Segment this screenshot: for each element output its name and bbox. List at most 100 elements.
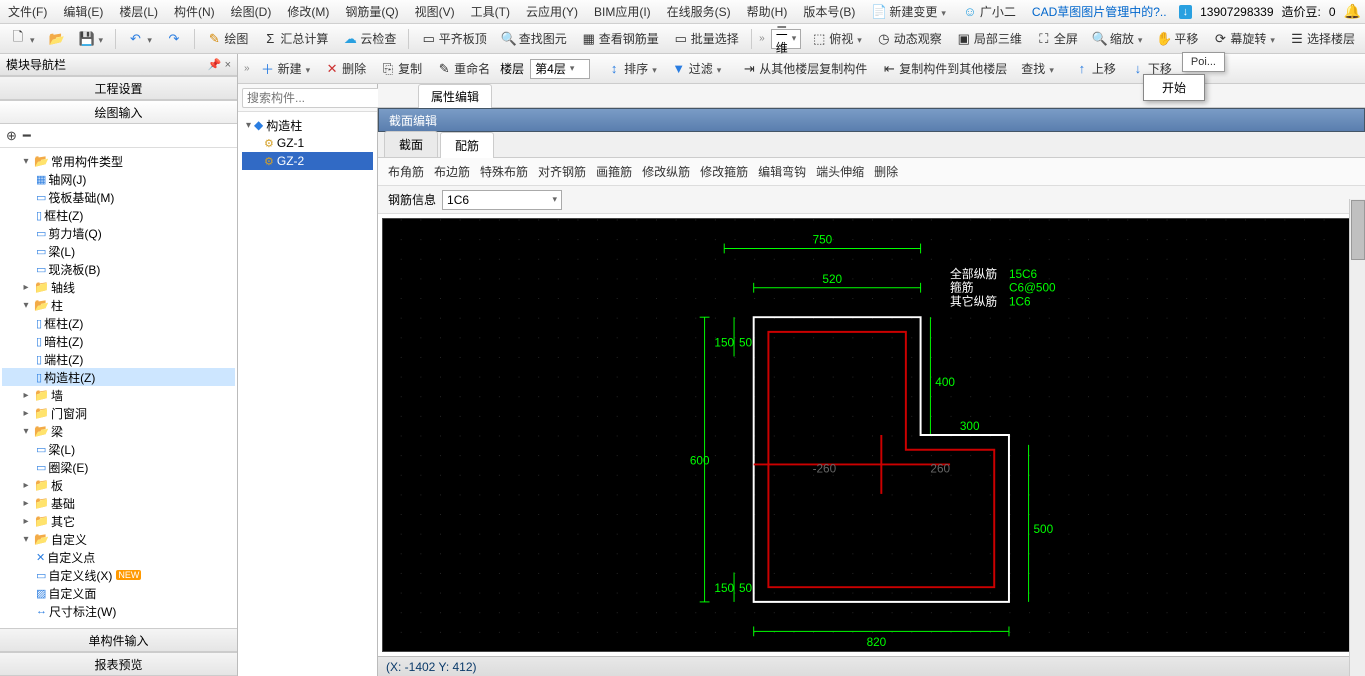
sort-button[interactable]: ↕排序 — [602, 58, 661, 79]
rebar-info-combo[interactable]: 1C6▾ — [442, 190, 562, 210]
findelem-button[interactable]: 🔍查找图元 — [497, 28, 571, 49]
menu-view[interactable]: 视图(V) — [411, 1, 459, 22]
pan-button[interactable]: ✋平移 — [1152, 28, 1202, 49]
filter-button[interactable]: ▼过滤 — [667, 58, 726, 79]
bell-icon[interactable]: 🔔 — [1344, 3, 1361, 20]
tree-wall[interactable]: ▸📁墙 — [2, 386, 235, 404]
menu-rebar[interactable]: 钢筋量(Q) — [341, 1, 402, 22]
tab-rebar[interactable]: 配筋 — [440, 132, 494, 158]
tree-beamcat[interactable]: ▾📂梁 — [2, 422, 235, 440]
tree-framecol[interactable]: ▯框柱(Z) — [2, 206, 235, 224]
collapse-all-icon[interactable]: ━ — [23, 128, 31, 144]
sumcalc-button[interactable]: Σ汇总计算 — [258, 28, 332, 49]
acc-single-input[interactable]: 单构件输入 — [0, 628, 237, 652]
tree-custom[interactable]: ▾📂自定义 — [2, 530, 235, 548]
save-button[interactable]: 💾 — [75, 29, 108, 49]
new-comp-button[interactable]: ＋新建 — [256, 58, 315, 79]
menu-modify[interactable]: 修改(M) — [283, 1, 333, 22]
comp-root[interactable]: ▾◆构造柱 — [242, 116, 373, 134]
rtb-ext[interactable]: 端头伸缩 — [816, 163, 864, 180]
tree-foundation[interactable]: ▸📁基础 — [2, 494, 235, 512]
menu-cloud[interactable]: 云应用(Y) — [522, 1, 582, 22]
redo-button[interactable]: ↷ — [162, 29, 186, 49]
view-mode-combo[interactable]: 二维 — [771, 29, 802, 49]
delete-comp-button[interactable]: ✕删除 — [320, 58, 370, 79]
comp-gz1[interactable]: ⚙GZ-1 — [242, 134, 373, 152]
aligntop-button[interactable]: ▭平齐板顶 — [417, 28, 491, 49]
local3d-button[interactable]: ▣局部三维 — [952, 28, 1026, 49]
tree-other[interactable]: ▸📁其它 — [2, 512, 235, 530]
menu-bim[interactable]: BIM应用(I) — [590, 1, 655, 22]
tree-custpt[interactable]: ✕自定义点 — [2, 548, 235, 566]
floor-combo[interactable]: 第4层 — [530, 59, 590, 79]
overflow2-icon[interactable]: » — [244, 63, 250, 74]
acc-report-preview[interactable]: 报表预览 — [0, 652, 237, 676]
open-button[interactable]: 📂 — [45, 29, 69, 49]
copyto-button[interactable]: ⇤复制构件到其他楼层 — [877, 58, 1011, 79]
tree-plate[interactable]: ▸📁板 — [2, 476, 235, 494]
rtb-align[interactable]: 对齐钢筋 — [538, 163, 586, 180]
scrollbar-thumb[interactable] — [1351, 200, 1365, 260]
batchsel-button[interactable]: ▭批量选择 — [669, 28, 743, 49]
menu-help[interactable]: 帮助(H) — [743, 1, 792, 22]
tree-shearwall[interactable]: ▭剪力墙(Q) — [2, 224, 235, 242]
menu-edit[interactable]: 编辑(E) — [59, 1, 107, 22]
tree-endcol[interactable]: ▯端柱(Z) — [2, 350, 235, 368]
rtb-delete[interactable]: 删除 — [874, 163, 898, 180]
rtb-corner[interactable]: 布角筋 — [388, 163, 424, 180]
tree-column[interactable]: ▾📂柱 — [2, 296, 235, 314]
overflow-icon[interactable]: » — [759, 33, 765, 44]
menu-draw[interactable]: 绘图(D) — [227, 1, 276, 22]
tree-custface[interactable]: ▨自定义面 — [2, 584, 235, 602]
module-tree[interactable]: ▾📂常用构件类型 ▦轴网(J) ▭筏板基础(M) ▯框柱(Z) ▭剪力墙(Q) … — [0, 148, 237, 628]
find-button[interactable]: 查找 — [1017, 58, 1058, 79]
tree-beam2[interactable]: ▭梁(L) — [2, 440, 235, 458]
acc-draw-input[interactable]: 绘图输入 — [0, 100, 237, 124]
acc-project-settings[interactable]: 工程设置 — [0, 76, 237, 100]
tree-custline[interactable]: ▭自定义线(X)NEW — [2, 566, 235, 584]
rtb-modstir[interactable]: 修改箍筋 — [700, 163, 748, 180]
menu-tools[interactable]: 工具(T) — [467, 1, 514, 22]
cad-manage-link[interactable]: CAD草图图片管理中的?.. — [1028, 1, 1171, 22]
menu-component[interactable]: 构件(N) — [170, 1, 219, 22]
zoom-button[interactable]: 🔍缩放 — [1088, 28, 1147, 49]
rtb-special[interactable]: 特殊布筋 — [480, 163, 528, 180]
tree-beam[interactable]: ▭梁(L) — [2, 242, 235, 260]
pin-icon[interactable]: 📌 × — [208, 58, 231, 71]
tree-ringbeam[interactable]: ▭圈梁(E) — [2, 458, 235, 476]
tree-conscol[interactable]: ▯构造柱(Z) — [2, 368, 235, 386]
menu-file[interactable]: 文件(F) — [4, 1, 51, 22]
tree-darkcol[interactable]: ▯暗柱(Z) — [2, 332, 235, 350]
tree-dim[interactable]: ↔尺寸标注(W) — [2, 602, 235, 620]
new-file-button[interactable]: 🗋 — [6, 29, 39, 49]
new-change-button[interactable]: 📄新建变更 — [867, 1, 950, 22]
tab-property[interactable]: 属性编辑 — [418, 84, 492, 108]
tree-axis[interactable]: ▸📁轴线 — [2, 278, 235, 296]
menu-floor[interactable]: 楼层(L) — [115, 1, 162, 22]
tree-common[interactable]: ▾📂常用构件类型 — [2, 152, 235, 170]
expand-all-icon[interactable]: ⊕ — [6, 128, 17, 144]
rotate-button[interactable]: ⟳幕旋转 — [1208, 28, 1279, 49]
rtb-modlong[interactable]: 修改纵筋 — [642, 163, 690, 180]
topview-button[interactable]: ⬚俯视 — [807, 28, 866, 49]
tree-framecol2[interactable]: ▯框柱(Z) — [2, 314, 235, 332]
draw-button[interactable]: ✎绘图 — [202, 28, 252, 49]
menu-version[interactable]: 版本号(B) — [799, 1, 859, 22]
viewrebar-button[interactable]: ▦查看钢筋量 — [577, 28, 663, 49]
rtb-stirrup[interactable]: 画箍筋 — [596, 163, 632, 180]
tree-raft[interactable]: ▭筏板基础(M) — [2, 188, 235, 206]
tree-slab[interactable]: ▭现浇板(B) — [2, 260, 235, 278]
tree-opening[interactable]: ▸📁门窗洞 — [2, 404, 235, 422]
menu-online[interactable]: 在线服务(S) — [663, 1, 735, 22]
start-popup[interactable]: 开始 — [1143, 74, 1205, 101]
agent-button[interactable]: ☺广小二 — [958, 1, 1020, 22]
dynview-button[interactable]: ◷动态观察 — [872, 28, 946, 49]
tree-axisnet[interactable]: ▦轴网(J) — [2, 170, 235, 188]
rtb-hook[interactable]: 编辑弯钩 — [758, 163, 806, 180]
copy-comp-button[interactable]: ⎘复制 — [376, 58, 426, 79]
cloudcheck-button[interactable]: ☁云检查 — [338, 28, 400, 49]
section-canvas[interactable]: 全部纵筋15C6 箍筋C6@500 其它纵筋1C6 750 520 15050 … — [382, 218, 1361, 652]
fullscreen-button[interactable]: ⛶全屏 — [1032, 28, 1082, 49]
rtb-edge[interactable]: 布边筋 — [434, 163, 470, 180]
vertical-scrollbar[interactable] — [1349, 199, 1365, 676]
